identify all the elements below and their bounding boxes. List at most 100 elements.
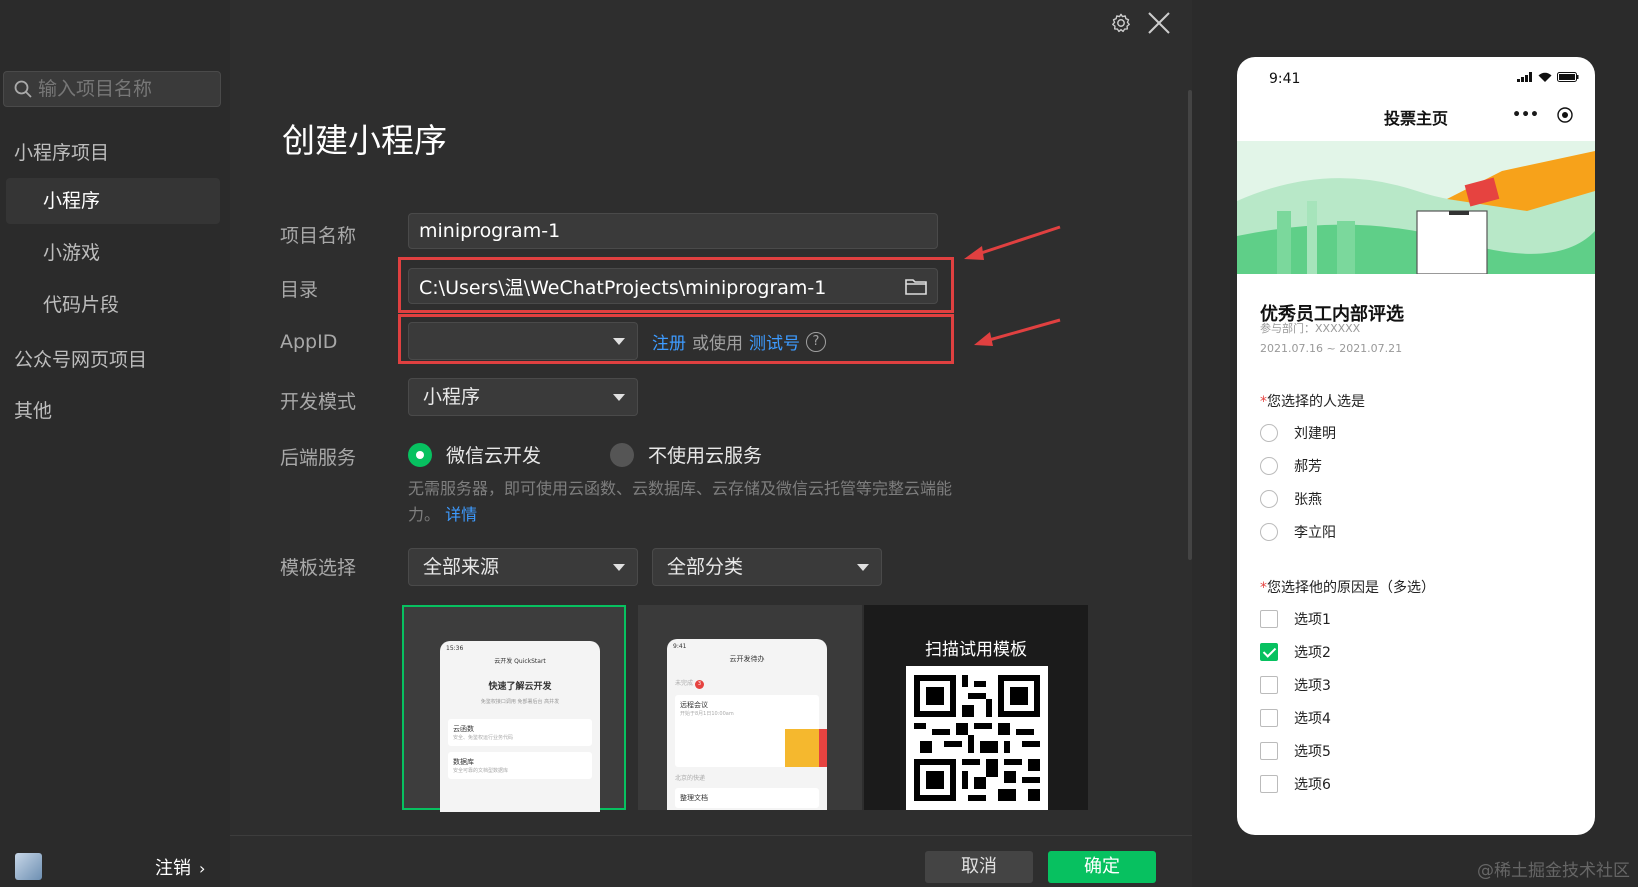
option-label: 李立阳: [1294, 525, 1336, 541]
logout-button[interactable]: 注销 ›: [155, 854, 205, 880]
template-card-quickstart[interactable]: 15:36 云开发 QuickStart 快速了解云开发 免鉴权接口调用 免部署…: [402, 605, 626, 812]
qr-title: 扫描试用模板: [925, 640, 1027, 660]
details-link[interactable]: 详情: [445, 505, 477, 524]
sidebar-item-miniprogram[interactable]: 小程序: [6, 178, 220, 224]
radio-wechat-cloud[interactable]: 微信云开发: [408, 441, 541, 468]
chevron-right-icon: ›: [199, 859, 206, 878]
category-value: 全部分类: [667, 556, 744, 578]
option-label: 选项3: [1294, 678, 1331, 694]
checkbox-unchecked-icon: [1260, 709, 1278, 727]
checkbox-unchecked-icon: [1260, 610, 1278, 628]
wifi-icon: [1538, 72, 1552, 82]
help-icon[interactable]: ?: [806, 331, 826, 352]
checkbox-option[interactable]: 选项3: [1260, 675, 1331, 695]
cancel-button[interactable]: 取消: [925, 851, 1033, 883]
dev-mode-select[interactable]: 小程序: [408, 378, 638, 416]
dev-mode-value: 小程序: [423, 386, 481, 408]
star-icon: [785, 729, 819, 767]
sidebar: 小程序项目 小程序 小游戏 代码片段 公众号网页项目 其他 注销 ›: [0, 0, 230, 887]
checkbox-unchecked-icon: [1260, 676, 1278, 694]
radio-option[interactable]: 郝芳: [1260, 456, 1322, 476]
target-icon[interactable]: [1557, 107, 1573, 123]
mini-row-title: 云函数: [453, 725, 474, 733]
radio-unselected-icon: [1260, 523, 1278, 541]
nav-group-miniprogram[interactable]: 小程序项目: [14, 138, 109, 165]
radio-option[interactable]: 刘建明: [1260, 423, 1336, 443]
radio-option[interactable]: 李立阳: [1260, 522, 1336, 542]
radio-selected-icon: [408, 442, 432, 467]
register-link[interactable]: 注册: [652, 329, 686, 354]
checkbox-option[interactable]: 选项5: [1260, 741, 1331, 761]
search-icon: [14, 80, 32, 98]
nav-group-other[interactable]: 其他: [14, 396, 52, 423]
mini-nav: 云开发 QuickStart: [494, 658, 546, 665]
radio-unselected-icon: [1260, 424, 1278, 442]
or-use-text: 或使用: [692, 334, 743, 354]
phone-preview: 9:41 投票主页 ••• 优秀员工内部评选 参与部门：XXXXXX 2021.…: [1237, 57, 1595, 835]
mini-heading: 快速了解云开发: [488, 682, 552, 692]
source-select[interactable]: 全部来源: [408, 548, 638, 586]
appid-label: AppID: [280, 331, 338, 353]
logout-label: 注销: [155, 858, 191, 879]
confirm-button[interactable]: 确定: [1048, 851, 1156, 883]
directory-label: 目录: [280, 279, 319, 301]
radio-option[interactable]: 张燕: [1260, 489, 1322, 509]
battery-icon: [1557, 72, 1579, 82]
category-select[interactable]: 全部分类: [652, 548, 882, 586]
checkbox-checked-icon: [1260, 643, 1278, 661]
signal-icon: [1517, 72, 1532, 82]
checkbox-option[interactable]: 选项1: [1260, 609, 1331, 629]
search-box[interactable]: [3, 71, 221, 107]
avatar[interactable]: [15, 853, 42, 880]
sidebar-item-minigame[interactable]: 小游戏: [6, 230, 220, 276]
capsule-menu[interactable]: •••: [1512, 107, 1573, 123]
search-input[interactable]: [38, 78, 208, 100]
checkbox-unchecked-icon: [1260, 742, 1278, 760]
qr-code-icon: [906, 666, 1048, 810]
option-label: 选项4: [1294, 711, 1331, 727]
caret-down-icon: [613, 394, 625, 401]
option-label: 张燕: [1294, 492, 1322, 508]
checkbox-option[interactable]: 选项2: [1260, 642, 1331, 662]
vote-banner-illustration: [1237, 141, 1595, 274]
backend-desc-text: 无需服务器，即可使用云函数、云数据库、云存储及微信云托管等完整云端能力。: [408, 479, 953, 524]
appid-select[interactable]: [408, 322, 638, 360]
project-name-input[interactable]: [419, 220, 937, 242]
project-name-label: 项目名称: [280, 225, 357, 247]
department-text: 参与部门：XXXXXX: [1260, 322, 1361, 335]
mini-badge: 3: [694, 680, 704, 689]
folder-icon[interactable]: [905, 277, 927, 295]
sidebar-item-code-snippet[interactable]: 代码片段: [6, 282, 220, 328]
project-name-field[interactable]: [408, 213, 938, 249]
mini-tag: 未完成 3: [675, 678, 819, 689]
source-value: 全部来源: [423, 556, 500, 578]
mini-sub: 免鉴权接口调用 免部署后台 高并发: [480, 699, 560, 705]
radio-unselected-icon: [610, 442, 634, 467]
gear-icon[interactable]: [1110, 12, 1132, 34]
nav-group-official-account[interactable]: 公众号网页项目: [14, 345, 147, 372]
checkbox-option[interactable]: 选项6: [1260, 774, 1331, 794]
mini-nav: 云开发待办: [729, 655, 765, 663]
checkbox-option[interactable]: 选项4: [1260, 708, 1331, 728]
radio-no-cloud[interactable]: 不使用云服务: [610, 441, 762, 468]
mini-row-title: 整理文档: [680, 794, 708, 802]
caret-down-icon: [613, 338, 625, 345]
required-mark: *: [1260, 580, 1267, 596]
close-icon[interactable]: [1146, 10, 1172, 36]
mini-row: 远程会议 开始于8月1日10:00am: [675, 695, 827, 767]
template-card-todo[interactable]: 9:41 云开发待办 未完成 3 远程会议 开始于8月1日10:00am 北京的…: [638, 605, 862, 810]
test-account-link[interactable]: 测试号: [749, 329, 800, 354]
template-card-qr[interactable]: 扫描试用模板: [864, 605, 1088, 810]
option-label: 选项1: [1294, 612, 1331, 628]
status-icons: [1517, 72, 1579, 82]
backend-label: 后端服务: [280, 447, 357, 469]
more-icon[interactable]: •••: [1512, 107, 1539, 123]
radio-label: 不使用云服务: [648, 445, 763, 467]
app-window: 小程序项目 小程序 小游戏 代码片段 公众号网页项目 其他 注销 › 创建小程序 …: [0, 0, 1638, 887]
option-label: 选项5: [1294, 744, 1331, 760]
red-arrow-icon: [964, 225, 1061, 260]
radio-label: 微信云开发: [446, 445, 542, 467]
sidebar-footer: 注销 ›: [0, 843, 230, 887]
directory-field[interactable]: C:\Users\温\WeChatProjects\miniprogram-1: [408, 268, 938, 304]
required-mark: *: [1260, 394, 1267, 410]
